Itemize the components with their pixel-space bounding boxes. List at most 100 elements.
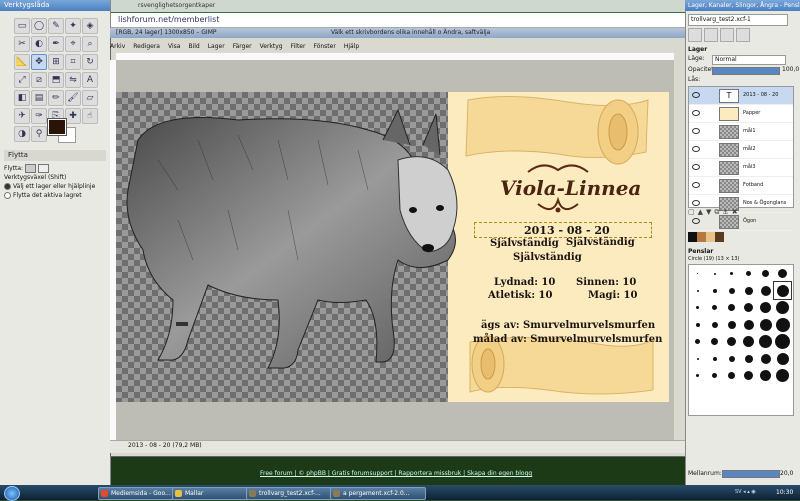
brush-icon[interactable] — [689, 367, 706, 384]
brush-icon[interactable] — [706, 265, 723, 282]
eye-icon[interactable] — [692, 200, 700, 206]
brush-icon[interactable] — [757, 299, 774, 316]
brush-icon[interactable] — [723, 299, 740, 316]
move-layer-icon[interactable] — [25, 164, 36, 173]
brush-icon[interactable] — [706, 299, 723, 316]
pencil-tool-icon[interactable]: ✏ — [48, 90, 64, 106]
brush-icon[interactable] — [740, 350, 757, 367]
fg-bg-color-selector[interactable] — [47, 118, 78, 143]
delete-layer-icon[interactable]: ✖ — [732, 208, 741, 216]
brush-icon[interactable] — [757, 316, 774, 333]
menu-item-5[interactable]: Färger — [233, 43, 252, 50]
option-move-active[interactable]: Flytta det aktiva lagret — [4, 191, 106, 200]
brush-icon[interactable] — [774, 316, 791, 333]
layer-row[interactable]: Papper — [689, 105, 793, 123]
layer-row[interactable]: mål2 — [689, 141, 793, 159]
brush-icon[interactable] — [774, 265, 791, 282]
eye-icon[interactable] — [692, 110, 700, 116]
eye-icon[interactable] — [692, 164, 700, 170]
swatch-dark[interactable] — [715, 232, 724, 242]
brush-icon[interactable] — [689, 265, 706, 282]
layer-row[interactable]: mål3 — [689, 159, 793, 177]
ink-tool-icon[interactable]: ✑ — [31, 108, 47, 124]
swatch-tan[interactable] — [706, 232, 715, 242]
color-picker-tool-icon[interactable]: ⌖ — [65, 36, 81, 52]
brush-icon[interactable] — [757, 350, 774, 367]
browser-tabbar[interactable]: rsvenglighetsorgentkaper — [110, 0, 685, 12]
forum-footer-links[interactable]: Free forum | © phpBB | Gratis forumsuppo… — [260, 470, 532, 477]
brush-icon[interactable] — [740, 367, 757, 384]
undo-tab-icon[interactable] — [736, 28, 750, 42]
bucket-fill-tool-icon[interactable]: ◧ — [14, 90, 30, 106]
brush-icon[interactable] — [723, 265, 740, 282]
shear-tool-icon[interactable]: ⧄ — [31, 72, 47, 88]
brush-icon[interactable] — [723, 316, 740, 333]
start-button[interactable] — [4, 486, 20, 501]
foreground-select-tool-icon[interactable]: ◐ — [31, 36, 47, 52]
layers-tab-icon[interactable] — [688, 28, 702, 42]
radio-on-icon[interactable] — [4, 183, 11, 190]
menu-item-7[interactable]: Filter — [291, 43, 306, 50]
brush-icon[interactable] — [740, 282, 757, 299]
brush-icon[interactable] — [723, 333, 740, 350]
mode-select[interactable]: Normal — [712, 55, 786, 65]
brush-icon[interactable] — [740, 299, 757, 316]
free-select-tool-icon[interactable]: ✎ — [48, 18, 64, 34]
scissors-tool-icon[interactable]: ✂ — [14, 36, 30, 52]
brush-icon[interactable] — [689, 316, 706, 333]
palette-swatches[interactable] — [688, 232, 728, 244]
channels-tab-icon[interactable] — [704, 28, 718, 42]
menu-item-8[interactable]: Fönster — [313, 43, 335, 50]
align-tool-icon[interactable]: ⊞ — [48, 54, 64, 70]
option-pick-layer[interactable]: Välj ett lager eller hjälplinje — [4, 182, 106, 191]
paintbrush-tool-icon[interactable]: 🖌 — [65, 90, 81, 106]
paths-tab-icon[interactable] — [720, 28, 734, 42]
eraser-tool-icon[interactable]: ▱ — [82, 90, 98, 106]
smudge-tool-icon[interactable]: ☝ — [82, 108, 98, 124]
menu-item-2[interactable]: Visa — [168, 43, 180, 50]
anchor-icon[interactable]: ⚓ — [722, 208, 731, 216]
browser-url[interactable]: lishforum.net/memberlist — [118, 15, 219, 24]
menu-item-3[interactable]: Bild — [188, 43, 199, 50]
dodge-tool-icon[interactable]: ⚲ — [31, 126, 47, 142]
perspective-tool-icon[interactable]: ⬒ — [48, 72, 64, 88]
taskbar-item-folder[interactable]: Mallar — [172, 487, 256, 500]
taskbar-item-gimp-2[interactable]: a pergament.xcf-2.0... — [330, 487, 426, 500]
menu-item-9[interactable]: Hjälp — [344, 43, 359, 50]
brush-icon[interactable] — [757, 265, 774, 282]
menu-item-1[interactable]: Redigera — [133, 43, 160, 50]
eye-icon[interactable] — [692, 182, 700, 188]
brush-icon[interactable] — [689, 350, 706, 367]
opacity-value[interactable]: 100,0 — [782, 66, 799, 73]
move-tool-icon[interactable]: ✥ — [31, 54, 47, 70]
layer-row[interactable]: Fotband — [689, 177, 793, 195]
crop-tool-icon[interactable]: ⌗ — [65, 54, 81, 70]
brush-icon[interactable] — [706, 367, 723, 384]
brush-icon[interactable] — [689, 299, 706, 316]
brush-icon[interactable] — [774, 350, 791, 367]
spacing-slider[interactable] — [722, 470, 780, 478]
system-tray[interactable]: SV ◂ ▴ ◉ — [735, 489, 771, 497]
brush-icon[interactable] — [740, 265, 757, 282]
paths-tool-icon[interactable]: ✒ — [48, 36, 64, 52]
brush-icon[interactable] — [723, 367, 740, 384]
swatch-black[interactable] — [688, 232, 697, 242]
blend-tool-icon[interactable]: ▤ — [31, 90, 47, 106]
brush-icon[interactable] — [689, 333, 706, 350]
brush-icon[interactable] — [723, 282, 740, 299]
select-by-color-tool-icon[interactable]: ◈ — [82, 18, 98, 34]
text-tool-icon[interactable]: A — [82, 72, 98, 88]
layer-row[interactable]: T 2013 - 08 - 20 — [689, 87, 793, 105]
opacity-slider[interactable] — [712, 67, 780, 75]
airbrush-tool-icon[interactable]: ✈ — [14, 108, 30, 124]
brush-icon[interactable] — [773, 281, 792, 300]
menu-item-4[interactable]: Lager — [208, 43, 225, 50]
new-layer-icon[interactable]: ▢ — [688, 208, 698, 216]
brush-icon[interactable] — [706, 333, 723, 350]
brush-icon[interactable] — [706, 350, 723, 367]
spacing-value[interactable]: 20,0 — [780, 470, 793, 477]
swatch-brown[interactable] — [697, 232, 706, 242]
flip-tool-icon[interactable]: ⇋ — [65, 72, 81, 88]
eye-icon[interactable] — [692, 128, 700, 134]
brush-icon[interactable] — [757, 367, 774, 384]
